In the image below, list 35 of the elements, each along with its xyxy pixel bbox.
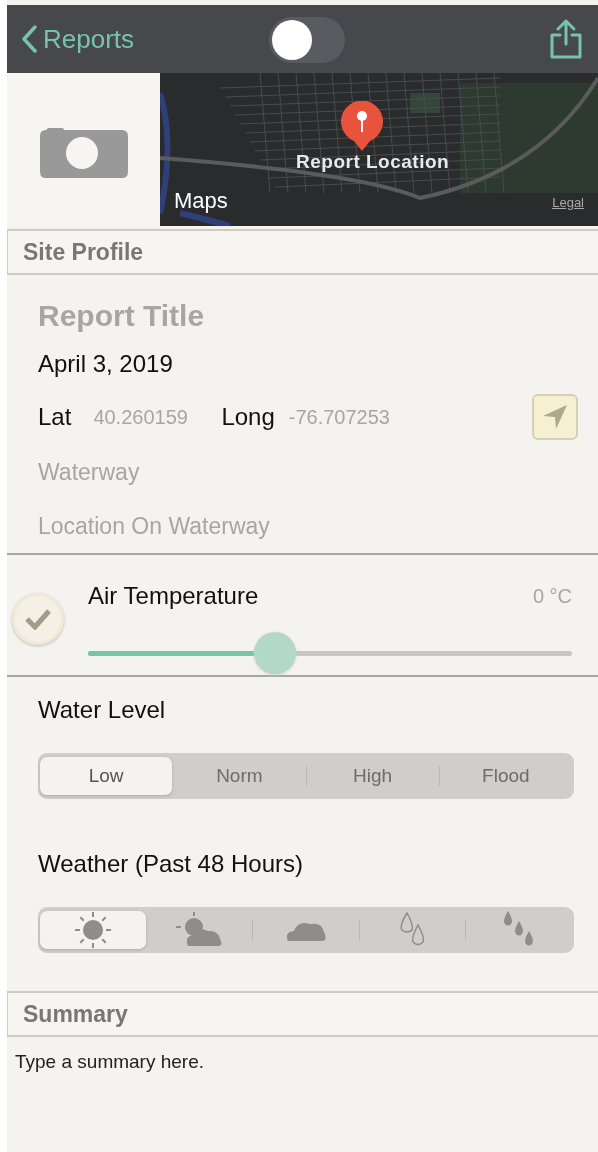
chevron-left-icon — [21, 25, 37, 53]
lat-value: 40.260159 — [93, 405, 189, 429]
water-level-label: Water Level — [38, 696, 166, 724]
location-button[interactable] — [532, 394, 578, 440]
date-text: April 3, 2019 — [38, 350, 173, 378]
temperature-reading: 0 °C — [532, 584, 572, 608]
toggle-switch[interactable] — [269, 17, 345, 63]
long-value: -76.707253 — [288, 405, 390, 429]
map-pin-icon — [340, 101, 384, 151]
checkbox[interactable] — [12, 593, 64, 645]
pin-label: Report Location — [296, 151, 450, 173]
summary-field[interactable]: Type a summary here. — [15, 1051, 598, 1111]
segment[interactable]: Flood — [439, 757, 572, 795]
share-button[interactable] — [548, 18, 584, 60]
long-label: Long — [221, 403, 275, 431]
title-field[interactable]: Report Title — [38, 293, 478, 339]
share-icon — [548, 18, 584, 60]
section-header: Site Profile — [7, 229, 598, 275]
segment[interactable]: Norm — [173, 757, 306, 795]
section-header: Summary — [7, 991, 598, 1037]
weather-segment[interactable] — [40, 911, 146, 949]
location-field[interactable]: Location On Waterway — [38, 499, 478, 553]
lat-label: Lat — [38, 403, 72, 431]
air-temperature-label: Air Temperature — [88, 582, 259, 610]
checkmark-icon — [24, 608, 52, 630]
waterway-field[interactable]: Waterway — [38, 445, 478, 499]
map[interactable]: Report Location Maps Legal — [160, 73, 598, 226]
slider-thumb[interactable] — [253, 632, 296, 674]
segment[interactable]: Low — [40, 757, 173, 795]
location-arrow-icon — [541, 403, 569, 431]
maps-brand: Maps — [174, 188, 228, 214]
back-button[interactable]: Reports — [21, 23, 135, 55]
legal-link[interactable]: Legal — [552, 195, 584, 210]
segment[interactable]: High — [306, 757, 439, 795]
weather-label: Weather (Past 48 Hours) — [38, 850, 303, 878]
